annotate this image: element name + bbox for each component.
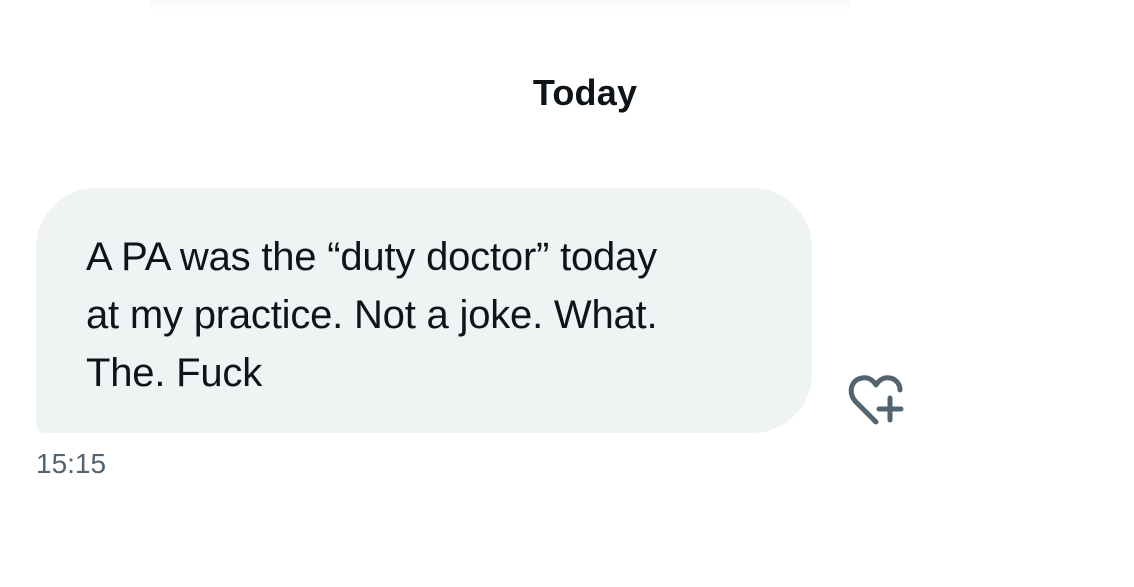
- add-reaction-button[interactable]: [842, 370, 906, 430]
- previous-content-fade: [150, 0, 850, 14]
- heart-plus-icon: [848, 375, 904, 425]
- message-row: A PA was the “duty doctor” today at my p…: [36, 188, 916, 438]
- message-timestamp: 15:15: [36, 448, 107, 479]
- message-bubble[interactable]: A PA was the “duty doctor” today at my p…: [36, 188, 812, 433]
- message-text: A PA was the “duty doctor” today at my p…: [86, 235, 658, 395]
- date-divider: Today: [532, 72, 638, 113]
